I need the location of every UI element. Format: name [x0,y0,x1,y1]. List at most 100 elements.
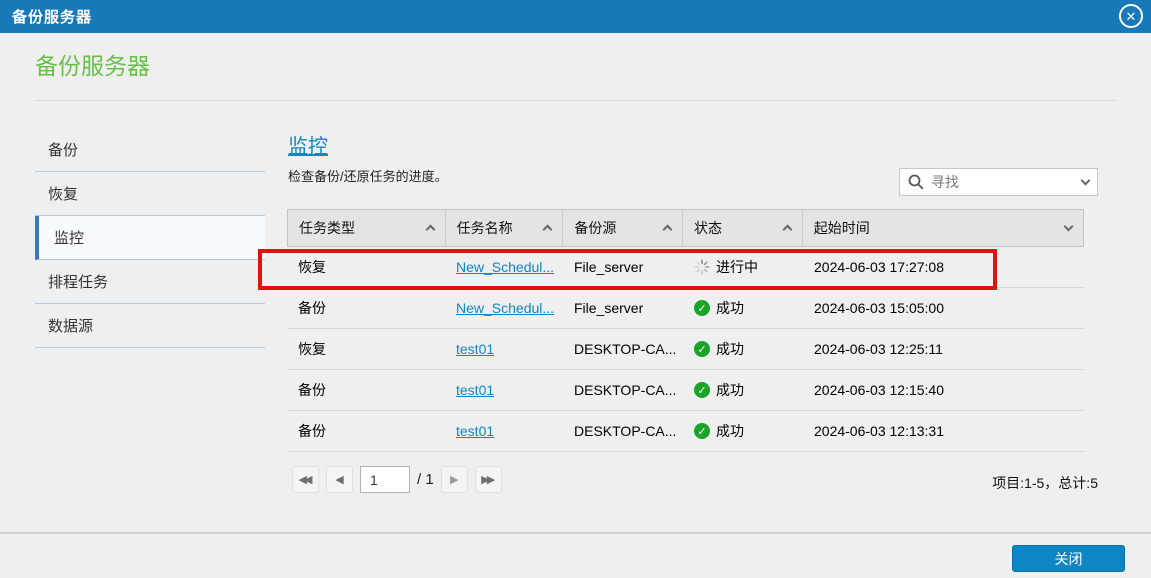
cell-start-time: 2024-06-03 17:27:08 [814,259,944,275]
success-check-icon: ✓ [694,423,710,439]
cell-start-time: 2024-06-03 12:13:31 [814,423,944,439]
search-box[interactable] [899,168,1098,196]
left-arrow-icon: ◀ [335,474,344,486]
cell-backup-source: DESKTOP-CA... [574,382,677,398]
total-pages-label: / 1 [417,471,434,488]
success-check-icon: ✓ [694,341,710,357]
cell-backup-source: DESKTOP-CA... [574,423,677,439]
search-input[interactable] [931,174,1082,190]
cell-task-name: New_Schedul... [445,300,563,316]
column-label: 起始时间 [813,220,870,236]
cell-backup-source: File_server [574,300,644,316]
success-check-icon: ✓ [694,300,710,316]
column-label: 任务类型 [299,220,355,236]
right-arrow-icon: ▶ [449,474,459,486]
success-check-icon: ✓ [694,382,710,398]
task-name-link[interactable]: test01 [456,423,494,439]
task-name-link[interactable]: New_Schedul... [456,259,554,275]
column-header-backup-source[interactable]: 备份源 [563,210,684,246]
sidebar-item-label: 恢复 [48,186,79,203]
cell-task-name: test01 [445,382,563,398]
footer-divider [0,532,1151,534]
cell-task-type: 恢复 [298,259,326,275]
sort-asc-icon [782,224,793,235]
search-icon [908,174,924,190]
sidebar-item-restore[interactable]: 恢复 [35,172,265,216]
cell-task-name: test01 [445,341,563,357]
close-icon[interactable]: ✕ [1119,4,1143,28]
cell-task-type: 恢复 [298,341,326,357]
column-header-task-type[interactable]: 任务类型 [288,210,446,246]
column-header-status[interactable]: 状态 [683,210,803,246]
column-header-start-time[interactable]: 起始时间 [803,210,1083,246]
table-row[interactable]: 备份 New_Schedul... File_server ✓ 成功 2024-… [287,288,1084,329]
close-button-label: 关闭 [1054,550,1083,567]
dialog-title: 备份服务器 [12,9,93,26]
cell-backup-source: File_server [574,259,644,275]
double-left-arrow-icon: ◀◀ [298,474,313,486]
column-label: 备份源 [574,220,617,236]
sort-asc-icon [542,224,553,235]
cell-task-type: 备份 [298,382,326,398]
cell-start-time: 2024-06-03 12:25:11 [814,341,943,357]
previous-page-button[interactable]: ◀ [326,466,353,493]
table-row[interactable]: 备份 test01 DESKTOP-CA... ✓ 成功 2024-06-03 … [287,411,1084,452]
cell-start-time: 2024-06-03 15:05:00 [814,300,944,316]
sort-asc-icon [662,224,673,235]
in-progress-spinner-icon [694,259,710,275]
cell-task-name: New_Schedul... [445,259,563,275]
cell-task-name: test01 [445,423,563,439]
cell-status: ✓ 成功 [683,421,803,441]
dialog-titlebar: 备份服务器 ✕ [0,0,1151,33]
cell-backup-source: DESKTOP-CA... [574,341,677,357]
column-label: 任务名称 [456,220,513,236]
chevron-down-icon[interactable] [1080,175,1091,186]
last-page-button[interactable]: ▶▶ [474,466,502,493]
status-text: 进行中 [716,259,758,275]
close-glyph: ✕ [1125,8,1137,24]
sidebar: 备份 恢复 监控 排程任务 数据源 [35,128,265,348]
monitor-table: 任务类型 任务名称 备份源 状态 起始时间 恢复 New_Schedul... … [287,209,1084,452]
sort-desc-icon [1063,221,1074,232]
double-right-arrow-icon: ▶▶ [481,474,495,486]
sidebar-item-label: 监控 [54,230,85,247]
sidebar-item-scheduled-tasks[interactable]: 排程任务 [35,260,265,304]
sidebar-item-monitor[interactable]: 监控 [35,216,265,260]
cell-task-type: 备份 [298,300,326,316]
sidebar-item-data-source[interactable]: 数据源 [35,304,265,348]
first-page-button[interactable]: ◀◀ [292,466,319,493]
cell-start-time: 2024-06-03 12:15:40 [814,382,944,398]
close-button[interactable]: 关闭 [1012,545,1125,572]
table-row[interactable]: 恢复 test01 DESKTOP-CA... ✓ 成功 2024-06-03 … [287,329,1084,370]
sidebar-item-backup[interactable]: 备份 [35,128,265,172]
table-row[interactable]: 恢复 New_Schedul... File_server 进行中 2024-0… [287,247,1084,288]
page-number-input[interactable] [360,466,410,493]
column-label: 状态 [694,220,723,236]
status-text: 成功 [716,423,744,439]
pagination: ◀◀ ◀ / 1 ▶ ▶▶ [292,466,502,493]
cell-status: ✓ 成功 [683,380,803,400]
header-divider [35,100,1116,101]
cell-status: ✓ 成功 [683,339,803,359]
status-text: 成功 [716,300,744,316]
status-text: 成功 [716,341,744,357]
sort-asc-icon [425,224,436,235]
cell-task-type: 备份 [298,423,326,439]
column-header-task-name[interactable]: 任务名称 [446,210,564,246]
backup-server-dialog: 备份服务器 ✕ 备份服务器 备份 恢复 监控 排程任务 数据源 监控 检查备份/… [0,0,1151,578]
page-title: 备份服务器 [35,53,150,79]
task-name-link[interactable]: New_Schedul... [456,300,554,316]
sidebar-item-label: 数据源 [48,318,94,335]
sidebar-item-label: 排程任务 [48,274,109,291]
table-header-row: 任务类型 任务名称 备份源 状态 起始时间 [287,209,1084,247]
cell-status: 进行中 [683,257,803,277]
cell-status: ✓ 成功 [683,298,803,318]
task-name-link[interactable]: test01 [456,382,494,398]
status-text: 成功 [716,382,744,398]
items-summary: 项目:1-5，总计:5 [992,475,1098,491]
table-row[interactable]: 备份 test01 DESKTOP-CA... ✓ 成功 2024-06-03 … [287,370,1084,411]
section-heading-monitor[interactable]: 监控 [288,130,328,159]
section-description: 检查备份/还原任务的进度。 [288,169,448,184]
task-name-link[interactable]: test01 [456,341,494,357]
next-page-button[interactable]: ▶ [440,466,468,493]
